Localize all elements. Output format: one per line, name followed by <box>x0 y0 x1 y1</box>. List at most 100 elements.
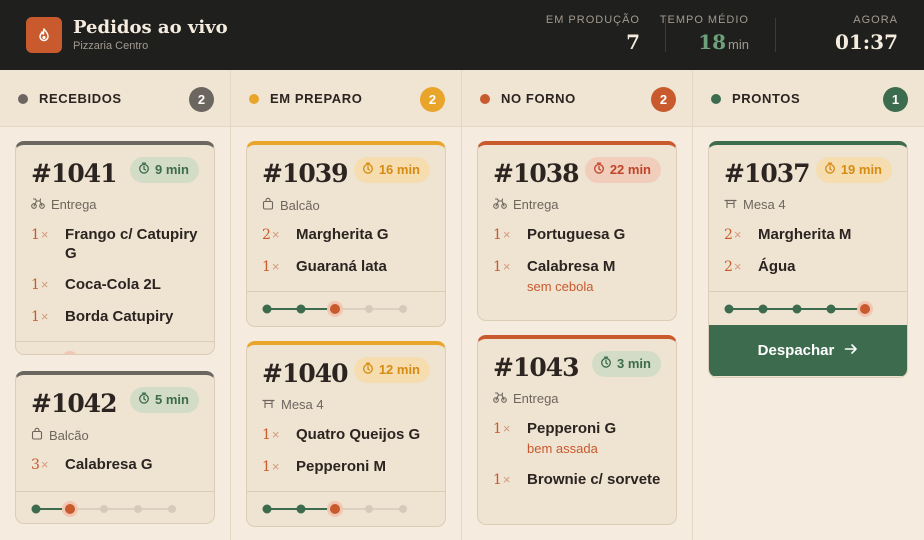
progress-track[interactable] <box>16 341 214 356</box>
times-glyph: × <box>502 421 511 436</box>
progress-step-done <box>296 504 306 514</box>
qty-number: 1 <box>493 421 502 437</box>
order-type-label: Entrega <box>513 391 559 406</box>
times-glyph: × <box>40 309 49 324</box>
timer-label: 5 min <box>155 392 189 407</box>
times-glyph: × <box>502 472 511 487</box>
order-card-1037[interactable]: #1037 19 min Mesa 4 2× Margherita M 2× Águ… <box>708 141 908 378</box>
progress-step-pending <box>134 505 142 513</box>
order-type: Mesa 4 <box>724 197 786 212</box>
order-number: #1041 <box>31 159 118 188</box>
stat-number: 18 <box>698 30 727 54</box>
times-glyph: × <box>271 227 280 242</box>
item-name: Margherita G <box>296 226 389 243</box>
list-item: 1× Borda Catupiry <box>31 307 204 327</box>
count-badge: 2 <box>651 87 676 112</box>
item-name: Borda Catupiry <box>65 308 174 325</box>
progress-stepper <box>724 301 873 317</box>
item-name: Calabresa M sem cebola <box>527 257 615 296</box>
item-note: bem assada <box>527 441 598 456</box>
progress-track[interactable] <box>709 291 907 325</box>
bike-icon <box>493 391 507 406</box>
count-badge: 1 <box>883 87 908 112</box>
column-recebidos: RECEBIDOS 2 #1041 9 min Entrega 1× Frango… <box>0 70 231 540</box>
order-type: Balcão <box>262 197 320 213</box>
order-card-1041[interactable]: #1041 9 min Entrega 1× Frango c/ Catupiry… <box>15 141 215 355</box>
item-qty: 1× <box>31 307 65 327</box>
flame-logo-icon <box>26 17 62 53</box>
times-glyph: × <box>502 259 511 274</box>
status-dot <box>480 94 490 104</box>
order-type-label: Balcão <box>49 427 89 443</box>
qty-number: 1 <box>262 459 271 475</box>
progress-step-pending <box>365 505 373 513</box>
progress-step-done <box>32 355 41 356</box>
order-type: Balcão <box>31 427 89 443</box>
order-card-1040[interactable]: #1040 12 min Mesa 4 1× Quatro Queijos G 1… <box>246 341 446 527</box>
item-list: 1× Pepperoni Gbem assada 1× Brownie c/ sor… <box>493 419 666 502</box>
item-list: 1× Quatro Queijos G 1× Pepperoni M <box>262 425 435 489</box>
item-qty: 1× <box>493 470 527 490</box>
item-qty: 1× <box>262 257 296 277</box>
item-qty: 1× <box>493 225 527 245</box>
progress-track[interactable] <box>247 491 445 525</box>
list-item: 1× Brownie c/ sorvete <box>493 470 666 490</box>
times-glyph: × <box>733 259 742 274</box>
times-glyph: × <box>40 227 49 242</box>
progress-step-pending <box>100 505 108 513</box>
dispatch-button[interactable]: Despachar <box>709 325 907 376</box>
list-item: 2× Margherita G <box>262 225 435 245</box>
column-header: RECEBIDOS 2 <box>0 70 230 127</box>
order-number: #1042 <box>31 389 118 418</box>
progress-step-current <box>330 304 340 314</box>
bag-icon <box>31 427 43 443</box>
list-item: 1× Quatro Queijos G <box>262 425 435 445</box>
item-qty: 1× <box>493 419 527 458</box>
order-timer: 9 min <box>130 157 199 183</box>
bike-icon <box>493 197 507 212</box>
item-name: Quatro Queijos G <box>296 426 421 443</box>
item-list: 1× Frango c/ Catupiry G 1× Coca-Cola 2L 1×… <box>31 225 204 339</box>
progress-track[interactable] <box>16 491 214 523</box>
stat-value: 18 min <box>660 30 749 54</box>
stat-average-time: TEMPO MÉDIO 18 min <box>660 14 749 54</box>
order-type-label: Balcão <box>280 197 320 213</box>
progress-step-done <box>262 504 272 514</box>
item-qty: 1× <box>262 425 296 445</box>
qty-number: 1 <box>262 259 271 275</box>
qty-number: 1 <box>493 472 502 488</box>
item-qty: 3× <box>31 455 65 475</box>
progress-track[interactable] <box>247 291 445 325</box>
order-card-1038[interactable]: #1038 22 min Entrega 1× Portuguesa G 1× Ca… <box>477 141 677 321</box>
times-glyph: × <box>502 227 511 242</box>
timer-label: 16 min <box>378 162 420 177</box>
column-prontos: PRONTOS 1 #1037 19 min Mesa 4 2× Margheri… <box>693 70 924 540</box>
order-type: Entrega <box>493 391 559 406</box>
order-timer: 5 min <box>130 387 199 413</box>
list-item: 1× Frango c/ Catupiry G <box>31 225 204 263</box>
count-badge: 2 <box>189 87 214 112</box>
progress-step-done <box>826 304 836 314</box>
progress-step-current <box>860 304 870 314</box>
item-name: Brownie c/ sorvete <box>527 471 661 488</box>
order-card-1039[interactable]: #1039 16 min Balcão 2× Margherita G 1× Gua… <box>246 141 446 327</box>
stat-now: AGORA 01:37 <box>835 14 898 54</box>
item-name-text: Calabresa M <box>527 258 616 275</box>
item-qty: 1× <box>31 275 65 295</box>
qty-number: 2 <box>724 259 733 275</box>
column-header: PRONTOS 1 <box>693 70 924 127</box>
list-item: 2× Margherita M <box>724 225 897 245</box>
item-qty: 2× <box>724 257 758 277</box>
qty-number: 3 <box>31 457 40 473</box>
order-type-label: Mesa 4 <box>743 197 786 212</box>
order-card-1042[interactable]: #1042 5 min Balcão 3× Calabresa G <box>15 371 215 524</box>
qty-number: 1 <box>262 427 271 443</box>
order-type-label: Entrega <box>51 197 97 212</box>
order-number: #1037 <box>724 159 811 188</box>
list-item: 1× Guaraná lata <box>262 257 435 277</box>
item-qty: 2× <box>262 225 296 245</box>
item-name: Calabresa G <box>65 456 153 473</box>
order-card-1043[interactable]: #1043 3 min Entrega 1× Pepperoni Gbem ass… <box>477 335 677 525</box>
times-glyph: × <box>733 227 742 242</box>
item-qty: 1× <box>262 457 296 477</box>
